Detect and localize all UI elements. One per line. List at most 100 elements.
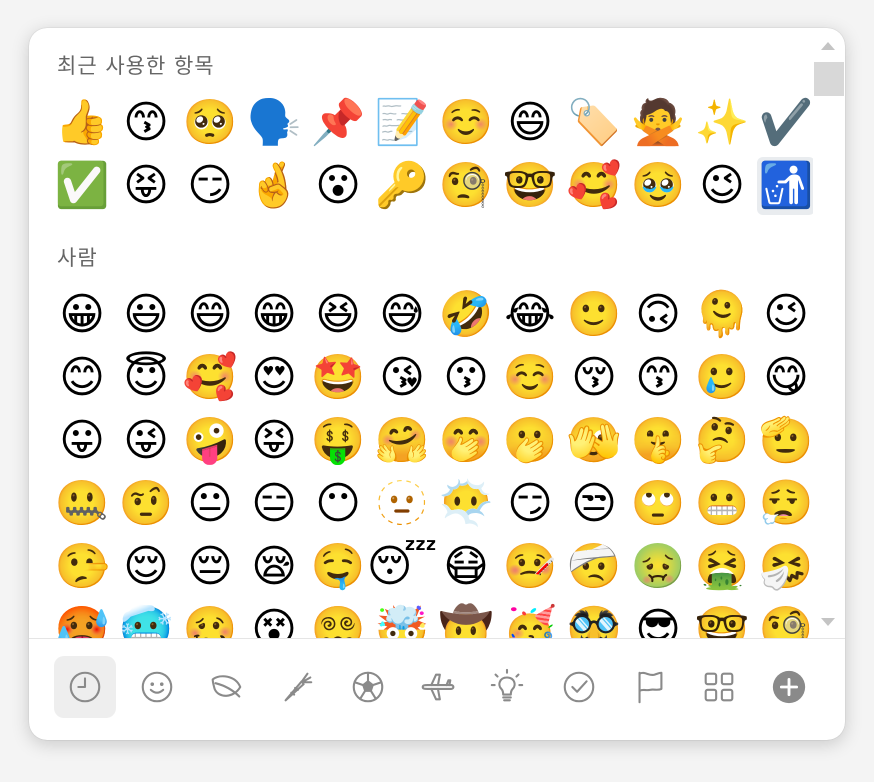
emoji-button[interactable]: 😒 xyxy=(565,475,623,533)
category-flags-button[interactable] xyxy=(619,656,681,718)
emoji-button[interactable]: 😮 xyxy=(309,157,367,215)
emoji-button[interactable]: 🤨 xyxy=(117,475,175,533)
emoji-button[interactable]: 🤫 xyxy=(629,412,687,470)
emoji-button[interactable]: 🤭 xyxy=(437,412,495,470)
emoji-button[interactable]: 😎 xyxy=(629,601,687,639)
emoji-button[interactable]: 😐 xyxy=(181,475,239,533)
emoji-button[interactable]: 😋 xyxy=(757,349,813,407)
add-emoji-button[interactable] xyxy=(758,656,820,718)
emoji-button[interactable]: 👍 xyxy=(53,94,111,152)
emoji-button[interactable]: 🧐 xyxy=(437,157,495,215)
emoji-button[interactable]: 🥵 xyxy=(53,601,111,639)
emoji-button[interactable]: 😜 xyxy=(117,412,175,470)
emoji-button[interactable]: 🧐 xyxy=(757,601,813,639)
emoji-button[interactable]: 🥰 xyxy=(565,157,623,215)
emoji-button[interactable]: 🚮 xyxy=(757,157,813,215)
emoji-button[interactable]: 🤠 xyxy=(437,601,495,639)
emoji-button[interactable]: 🤑 xyxy=(309,412,367,470)
emoji-button[interactable]: 😁 xyxy=(245,286,303,344)
emoji-button[interactable]: 🥰 xyxy=(181,349,239,407)
category-people-button[interactable] xyxy=(126,656,188,718)
emoji-button[interactable]: 🤞 xyxy=(245,157,303,215)
emoji-button[interactable]: 🔑 xyxy=(373,157,431,215)
emoji-button[interactable]: 😙 xyxy=(117,94,175,152)
emoji-button[interactable]: 🙃 xyxy=(629,286,687,344)
emoji-button[interactable]: ✨ xyxy=(693,94,751,152)
emoji-button[interactable]: 😵‍💫 xyxy=(309,601,367,639)
emoji-button[interactable]: 😔 xyxy=(181,538,239,596)
category-activity-button[interactable] xyxy=(337,656,399,718)
emoji-button[interactable]: 🙂 xyxy=(565,286,623,344)
emoji-button[interactable]: 😅 xyxy=(373,286,431,344)
emoji-button[interactable]: ✔️ xyxy=(757,94,813,152)
emoji-button[interactable]: 🥸 xyxy=(565,601,623,639)
emoji-button[interactable]: 🤯 xyxy=(373,601,431,639)
category-objects-button[interactable] xyxy=(476,656,538,718)
emoji-button[interactable]: 😶‍🌫️ xyxy=(437,475,495,533)
emoji-button[interactable]: 🗣️ xyxy=(245,94,303,152)
emoji-button[interactable]: 🏷️ xyxy=(565,94,623,152)
emoji-button[interactable]: 😝 xyxy=(245,412,303,470)
emoji-button[interactable]: 😂 xyxy=(501,286,559,344)
scroll-down-arrow-icon[interactable] xyxy=(821,618,835,626)
emoji-button[interactable]: 🤪 xyxy=(181,412,239,470)
emoji-button[interactable]: 🫢 xyxy=(501,412,559,470)
emoji-button[interactable]: 🤕 xyxy=(565,538,623,596)
emoji-button[interactable]: 😮‍💨 xyxy=(757,475,813,533)
emoji-button[interactable]: 🤗 xyxy=(373,412,431,470)
emoji-button[interactable]: 🤔 xyxy=(693,412,751,470)
emoji-button[interactable]: 😏 xyxy=(181,157,239,215)
emoji-button[interactable]: 📌 xyxy=(309,94,367,152)
emoji-button[interactable]: 😍 xyxy=(245,349,303,407)
emoji-button[interactable]: 😇 xyxy=(117,349,175,407)
emoji-button[interactable]: 😄 xyxy=(181,286,239,344)
category-custom-button[interactable] xyxy=(688,656,750,718)
emoji-button[interactable]: ✅ xyxy=(53,157,111,215)
emoji-button[interactable]: 😌 xyxy=(117,538,175,596)
emoji-button[interactable]: 😃 xyxy=(117,286,175,344)
emoji-button[interactable]: 🫥 xyxy=(373,475,431,533)
emoji-button[interactable]: 😀 xyxy=(53,286,111,344)
emoji-button[interactable]: 😉 xyxy=(693,157,751,215)
emoji-button[interactable]: 🥹 xyxy=(629,157,687,215)
emoji-button[interactable]: 🙅 xyxy=(629,94,687,152)
emoji-button[interactable]: 🥶 xyxy=(117,601,175,639)
emoji-button[interactable]: 🥲 xyxy=(693,349,751,407)
emoji-button[interactable]: ☺️ xyxy=(437,94,495,152)
category-recent-button[interactable] xyxy=(54,656,116,718)
emoji-button[interactable]: 😛 xyxy=(53,412,111,470)
emoji-button[interactable]: 😚 xyxy=(565,349,623,407)
emoji-button[interactable]: 🤒 xyxy=(501,538,559,596)
emoji-button[interactable]: 😑 xyxy=(245,475,303,533)
emoji-button[interactable]: 🥳 xyxy=(501,601,559,639)
scrollbar-thumb[interactable] xyxy=(814,62,844,96)
emoji-button[interactable]: 😘 xyxy=(373,349,431,407)
emoji-button[interactable]: 😗 xyxy=(437,349,495,407)
emoji-button[interactable]: 😄 xyxy=(501,94,559,152)
emoji-button[interactable]: 🤓 xyxy=(693,601,751,639)
emoji-button[interactable]: 😴 xyxy=(367,538,438,596)
emoji-button[interactable]: 📝 xyxy=(373,94,431,152)
emoji-button[interactable]: ☺️ xyxy=(501,349,559,407)
emoji-button[interactable]: 😷 xyxy=(437,538,495,596)
category-food-button[interactable] xyxy=(266,656,328,718)
scrollbar[interactable] xyxy=(813,36,845,636)
emoji-button[interactable]: 🤩 xyxy=(309,349,367,407)
category-travel-button[interactable] xyxy=(406,656,468,718)
emoji-button[interactable]: 😙 xyxy=(629,349,687,407)
emoji-button[interactable]: 🤓 xyxy=(501,157,559,215)
emoji-button[interactable]: 😊 xyxy=(53,349,111,407)
emoji-button[interactable]: 🫡 xyxy=(757,412,813,470)
emoji-button[interactable]: 🫠 xyxy=(693,286,751,344)
emoji-button[interactable]: 😬 xyxy=(693,475,751,533)
emoji-button[interactable]: 🤧 xyxy=(757,538,813,596)
emoji-button[interactable]: 😪 xyxy=(245,538,303,596)
emoji-button[interactable]: 🤥 xyxy=(53,538,111,596)
emoji-button[interactable]: 🤐 xyxy=(53,475,111,533)
emoji-button[interactable]: 🙄 xyxy=(629,475,687,533)
emoji-button[interactable]: 😏 xyxy=(501,475,559,533)
emoji-button[interactable]: 🤮 xyxy=(693,538,751,596)
emoji-button[interactable]: 😝 xyxy=(117,157,175,215)
scroll-up-arrow-icon[interactable] xyxy=(821,42,835,50)
emoji-button[interactable]: 🫣 xyxy=(565,412,623,470)
